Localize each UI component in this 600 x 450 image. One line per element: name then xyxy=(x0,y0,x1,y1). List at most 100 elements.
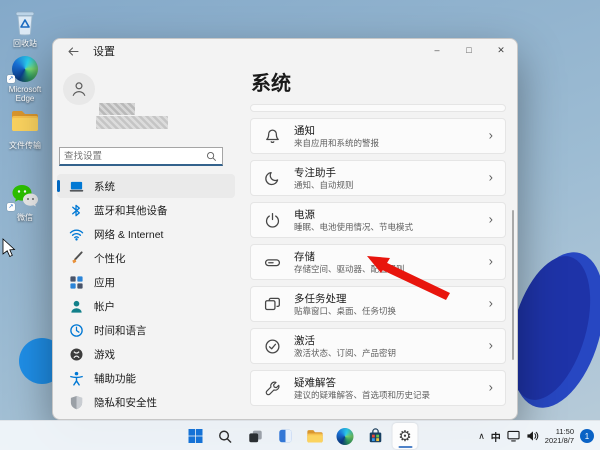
accessibility-icon xyxy=(69,371,84,386)
wechat-icon: ↗ xyxy=(1,180,49,211)
titlebar[interactable]: 设置 – □ ✕ xyxy=(53,39,517,63)
folder-icon xyxy=(1,107,49,133)
gear-icon: ⚙ xyxy=(398,427,412,445)
account-profile[interactable] xyxy=(63,73,95,105)
xbox-icon xyxy=(69,347,84,362)
sidebar-item-time-language[interactable]: 时间和语言 xyxy=(57,318,235,342)
file-explorer-icon xyxy=(307,429,323,442)
network-icon[interactable] xyxy=(507,430,520,442)
sidebar-item-apps[interactable]: 应用 xyxy=(57,270,235,294)
sidebar-item-privacy[interactable]: 隐私和安全性 xyxy=(57,390,235,414)
store-bag-icon xyxy=(369,428,381,443)
bluetooth-icon xyxy=(69,203,84,218)
row-subtitle: 激活状态、订阅、产品密钥 xyxy=(294,347,397,358)
taskbar-search-button[interactable] xyxy=(213,423,238,449)
sidebar-item-label: 隐私和安全性 xyxy=(94,396,157,409)
sidebar-item-label: 游戏 xyxy=(94,348,115,361)
maximize-button[interactable]: □ xyxy=(453,39,485,61)
desktop-icon-wechat[interactable]: ↗ 微信 xyxy=(1,180,49,222)
sidebar-item-label: 网络 & Internet xyxy=(94,228,164,241)
search-input[interactable] xyxy=(60,150,206,162)
chevron-right-icon: › xyxy=(488,169,493,185)
file-explorer-button[interactable] xyxy=(303,423,328,449)
row-title: 通知 xyxy=(294,124,315,137)
edge-icon xyxy=(336,427,354,445)
censored-account-info xyxy=(96,116,168,129)
settings-row-focus-assist[interactable]: 专注助手 通知、自动规则 › xyxy=(250,160,506,196)
wifi-icon xyxy=(69,227,84,242)
row-title: 电源 xyxy=(294,208,315,221)
tray-date: 2021/8/7 xyxy=(544,436,574,445)
row-title: 存储 xyxy=(294,250,315,263)
shield-icon xyxy=(69,395,84,410)
sidebar-item-network[interactable]: 网络 & Internet xyxy=(57,222,235,246)
volume-icon[interactable] xyxy=(526,430,539,442)
sidebar-item-accounts[interactable]: 帐户 xyxy=(57,294,235,318)
chevron-right-icon: › xyxy=(488,295,493,311)
widgets-button[interactable] xyxy=(273,423,298,449)
sidebar-item-label: 帐户 xyxy=(94,300,115,313)
settings-row-troubleshoot[interactable]: 疑难解答 建议的疑难解答、首选项和历史记录 › xyxy=(250,370,506,406)
desktop-icon-edge[interactable]: ↗ Microsoft Edge xyxy=(1,52,49,103)
settings-row-notifications[interactable]: 通知 来自应用和系统的警报 › xyxy=(250,118,506,154)
sidebar-nav: 系统 蓝牙和其他设备 网络 & Internet 个性化 应用 帐户 时间和语言… xyxy=(57,174,235,419)
settings-content: 系统 通知 来自应用和系统的警报 › 专注助手 通知、自动规则 › 电源 睡眠、电池使… xyxy=(239,63,517,419)
sidebar-item-accessibility[interactable]: 辅助功能 xyxy=(57,366,235,390)
power-icon xyxy=(264,212,281,229)
sidebar-item-system[interactable]: 系统 xyxy=(57,174,235,198)
settings-row-multitasking[interactable]: 多任务处理 贴靠窗口、桌面、任务切换 › xyxy=(250,286,506,322)
sidebar-item-bluetooth[interactable]: 蓝牙和其他设备 xyxy=(57,198,235,222)
hidden-icons-chevron[interactable]: ∧ xyxy=(478,431,485,442)
row-subtitle: 来自应用和系统的警报 xyxy=(294,137,380,148)
desktop-icon-folder[interactable]: 文件传输 xyxy=(1,107,49,150)
chevron-right-icon: › xyxy=(488,253,493,269)
task-view-button[interactable] xyxy=(243,423,268,449)
recycle-bin-icon xyxy=(1,6,49,36)
row-subtitle: 建议的疑难解答、首选项和历史记录 xyxy=(294,389,431,400)
start-button[interactable] xyxy=(183,423,208,449)
brush-icon xyxy=(69,250,84,266)
content-scrollbar[interactable] xyxy=(512,210,514,360)
clock[interactable]: 11:50 2021/8/7 xyxy=(545,427,574,445)
minimize-button[interactable]: – xyxy=(421,39,453,61)
task-view-icon xyxy=(248,430,262,443)
sidebar-item-gaming[interactable]: 游戏 xyxy=(57,342,235,366)
notification-badge[interactable]: 1 xyxy=(580,429,594,443)
settings-row-activation[interactable]: 激活 激活状态、订阅、产品密钥 › xyxy=(250,328,506,364)
desktop-icon-recycle-bin[interactable]: 回收站 xyxy=(1,6,49,48)
system-icon xyxy=(69,179,84,194)
desktop-icon-label: 文件传输 xyxy=(9,141,41,150)
settings-window: 设置 – □ ✕ 系统 蓝牙和其他设备 xyxy=(52,38,518,420)
back-button[interactable] xyxy=(59,40,87,62)
avatar xyxy=(63,73,95,105)
settings-row-storage[interactable]: 存储 存储空间、驱动器、配置规则 › xyxy=(250,244,506,280)
scrolled-card-edge xyxy=(250,104,506,112)
ime-indicator[interactable]: 中 xyxy=(491,429,501,444)
search-icon xyxy=(207,151,217,161)
desktop-icon-label: 微信 xyxy=(17,213,33,222)
back-arrow-icon xyxy=(67,46,79,56)
storage-drive-icon xyxy=(264,254,281,271)
shortcut-arrow-icon: ↗ xyxy=(7,203,15,211)
open-app-indicator xyxy=(398,445,412,448)
person-icon xyxy=(69,299,84,314)
row-title: 多任务处理 xyxy=(294,292,347,305)
settings-taskbar-button[interactable]: ⚙ xyxy=(392,423,418,449)
sidebar-item-personalization[interactable]: 个性化 xyxy=(57,246,235,270)
edge-button[interactable] xyxy=(333,423,358,449)
microsoft-store-button[interactable] xyxy=(363,423,388,449)
widgets-icon xyxy=(278,429,292,443)
sidebar-item-label: 时间和语言 xyxy=(94,324,147,337)
chevron-right-icon: › xyxy=(488,127,493,143)
chevron-right-icon: › xyxy=(488,337,493,353)
tray-time: 11:50 xyxy=(555,427,574,436)
sidebar-item-label: 蓝牙和其他设备 xyxy=(94,204,168,217)
settings-search-box[interactable] xyxy=(59,147,223,166)
sidebar-item-label: 个性化 xyxy=(94,252,126,265)
multitask-windows-icon xyxy=(264,296,281,313)
settings-row-power[interactable]: 电源 睡眠、电池使用情况、节电模式 › xyxy=(250,202,506,238)
close-button[interactable]: ✕ xyxy=(485,39,517,61)
selected-indicator xyxy=(57,180,60,192)
settings-sidebar: 系统 蓝牙和其他设备 网络 & Internet 个性化 应用 帐户 xyxy=(53,63,239,419)
desktop-icon-label: 回收站 xyxy=(13,39,37,48)
